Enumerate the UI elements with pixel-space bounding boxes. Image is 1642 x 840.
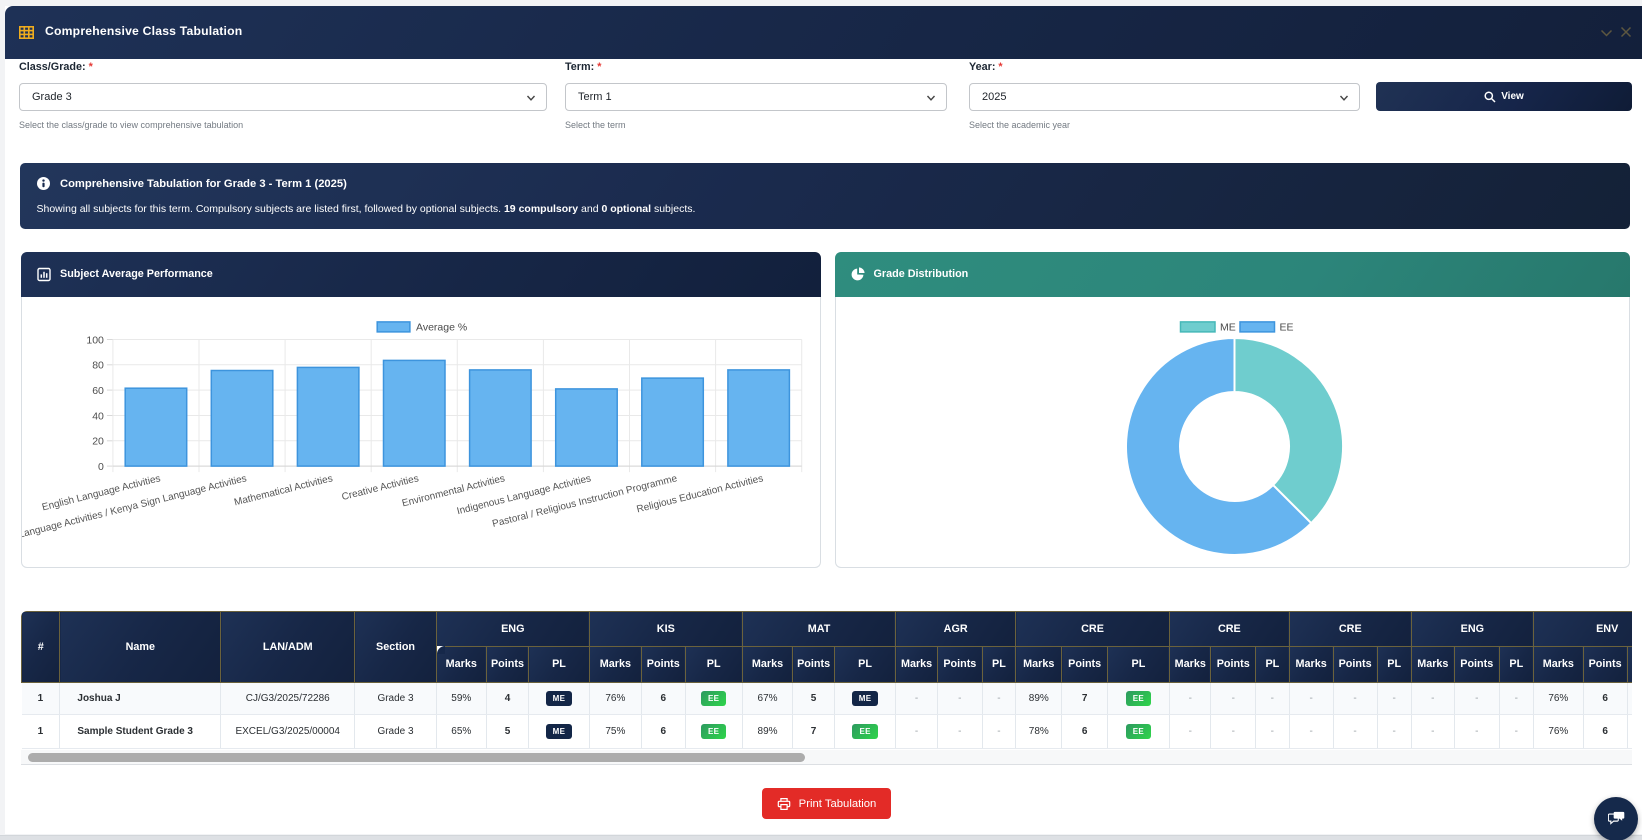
svg-text:ME: ME [1220, 321, 1236, 333]
svg-text:100: 100 [86, 334, 104, 346]
svg-text:EE: EE [1279, 321, 1293, 333]
svg-text:60: 60 [92, 384, 104, 396]
svg-text:Average %: Average % [416, 321, 467, 333]
svg-text:Mathematical Activities: Mathematical Activities [233, 473, 334, 508]
svg-text:80: 80 [92, 359, 104, 371]
svg-text:0: 0 [98, 460, 104, 472]
svg-text:40: 40 [92, 410, 104, 422]
svg-text:20: 20 [92, 435, 104, 447]
